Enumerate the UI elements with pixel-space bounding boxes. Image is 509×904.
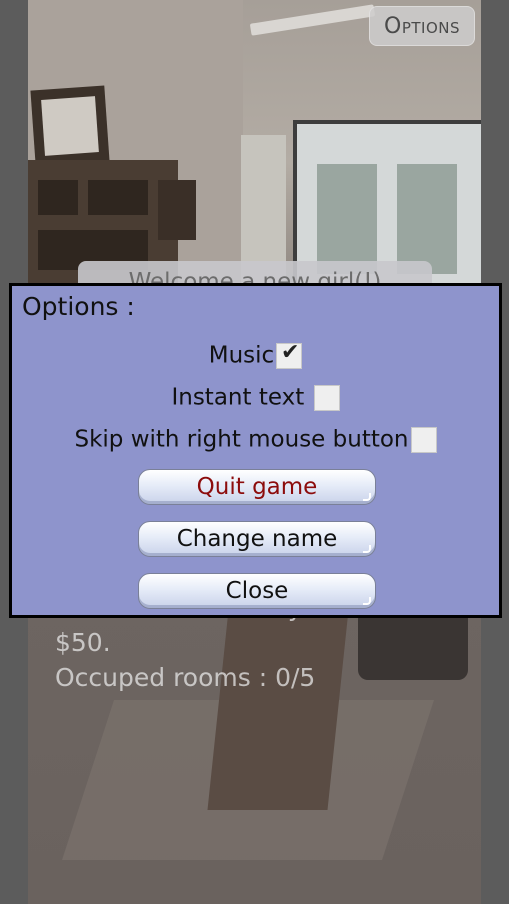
change-name-label: Change name <box>176 526 338 552</box>
dialog-title: Options : <box>22 292 135 321</box>
options-dialog: Options : Music ✔ Instant text Skip with … <box>9 283 502 618</box>
music-label: Music <box>208 342 275 369</box>
skip-label: Skip with right mouse button <box>74 426 409 453</box>
instant-text-setting: Instant text <box>12 384 499 411</box>
options-button[interactable]: Options <box>369 6 475 46</box>
ceiling-light <box>249 4 376 36</box>
close-button[interactable]: Close <box>138 573 376 609</box>
rooms-status: Occuped rooms : 0/5 <box>55 663 316 692</box>
skip-setting: Skip with right mouse button <box>12 426 499 453</box>
change-name-button[interactable]: Change name <box>138 521 376 557</box>
instant-text-label: Instant text <box>171 384 305 411</box>
wall-picture-frame <box>30 85 110 167</box>
skip-checkbox[interactable] <box>410 426 437 453</box>
music-setting: Music ✔ <box>12 339 499 369</box>
quit-game-label: Quit game <box>196 474 318 500</box>
instant-text-checkbox[interactable] <box>313 384 340 411</box>
close-label: Close <box>225 578 289 604</box>
quit-game-button[interactable]: Quit game <box>138 469 376 505</box>
small-picture-frame <box>158 180 196 240</box>
story-line: $50. <box>55 628 111 657</box>
checkmark-icon: ✔ <box>281 339 300 365</box>
music-checkbox[interactable]: ✔ <box>276 339 303 369</box>
